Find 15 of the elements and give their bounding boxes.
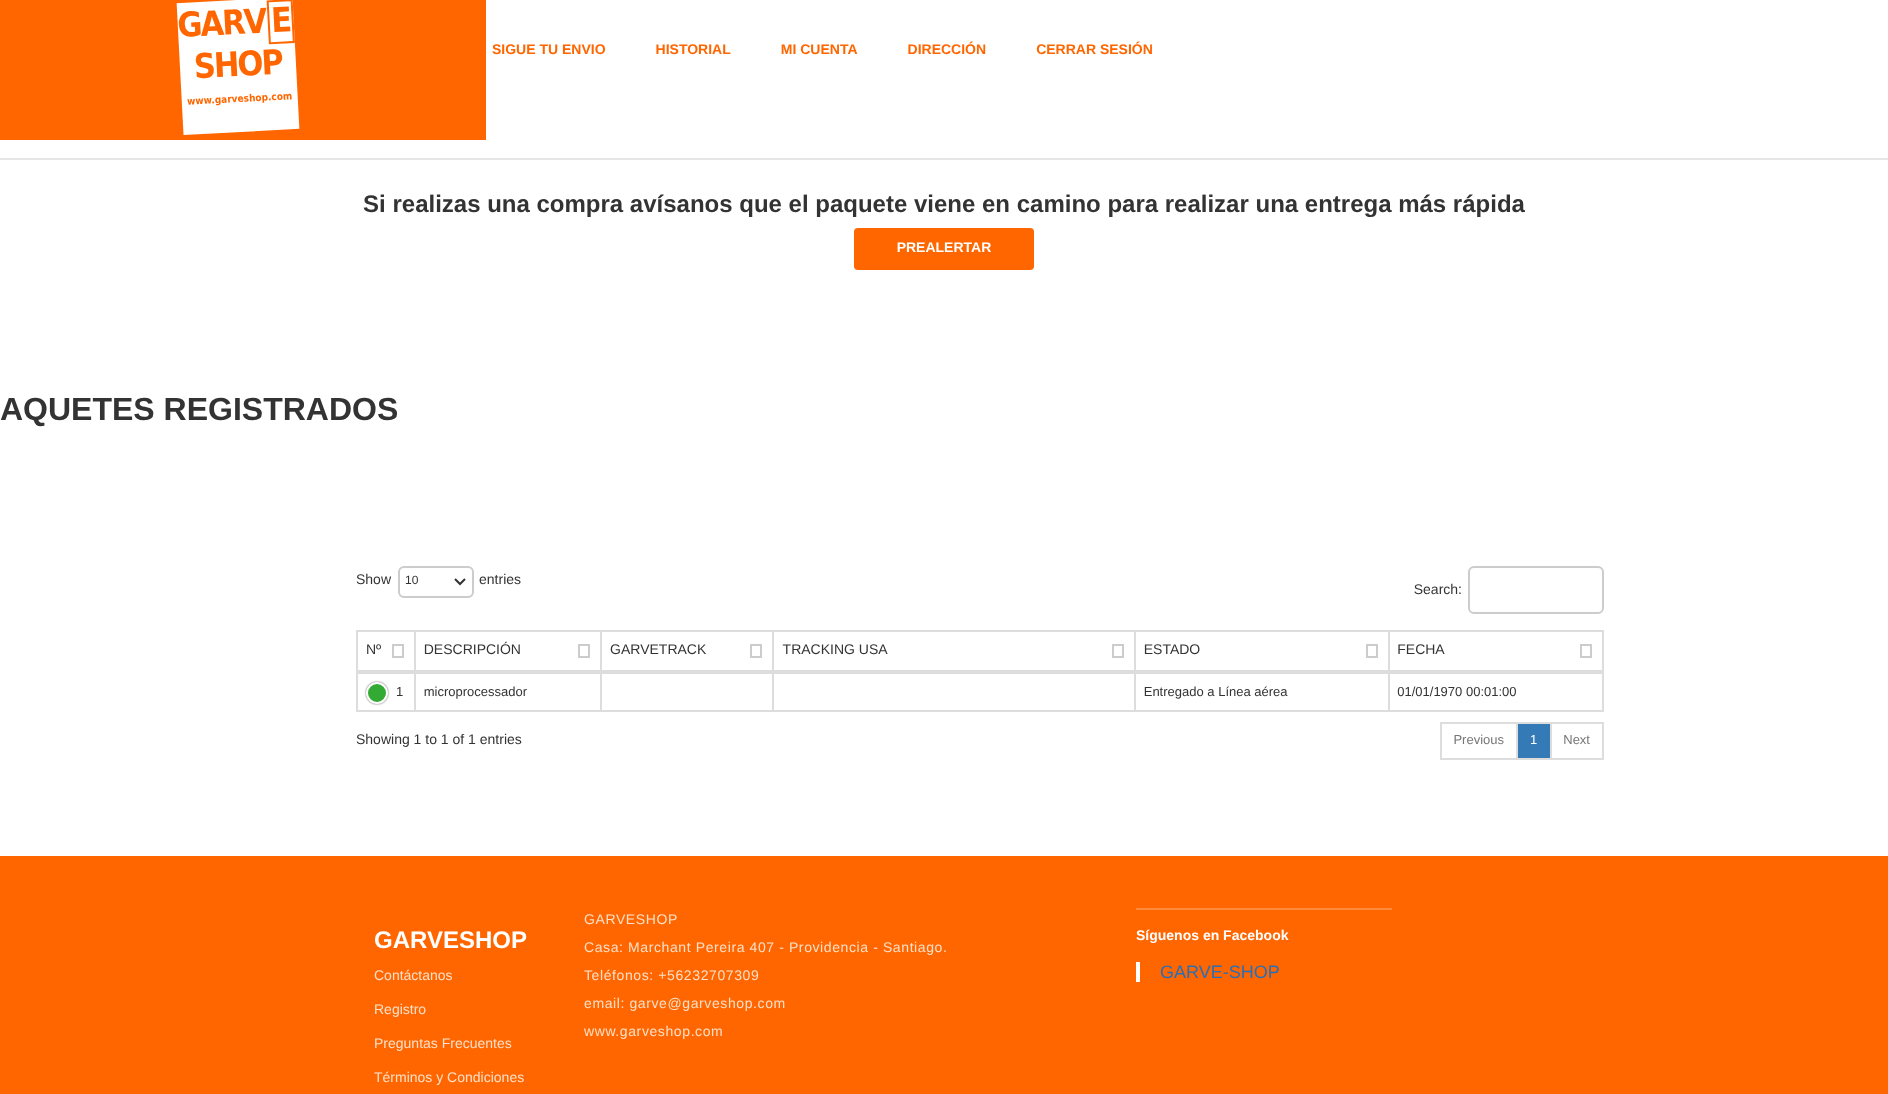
section-title: AQUETES REGISTRADOS (0, 394, 401, 430)
logo-text: SHOP (193, 45, 283, 87)
sort-icon (1111, 644, 1124, 658)
facebook-link[interactable]: GARVE-SHOP (1160, 962, 1280, 982)
sort-icon (1580, 644, 1592, 658)
search-field[interactable] (1468, 566, 1604, 614)
logo-text: GARV E (176, 3, 296, 46)
notice-text: Si realizas una compra avísanos que el paquete viene en camino para realizar una entrega más rápida (363, 190, 1525, 218)
chevron-icon (453, 578, 466, 586)
sort-icon (391, 644, 404, 658)
sort-icon (578, 644, 591, 658)
sort-icon (1365, 644, 1378, 658)
footer-brand: GARVESHOP (374, 926, 529, 954)
sort-icon (750, 644, 763, 658)
expand-row-icon[interactable] (366, 681, 388, 703)
